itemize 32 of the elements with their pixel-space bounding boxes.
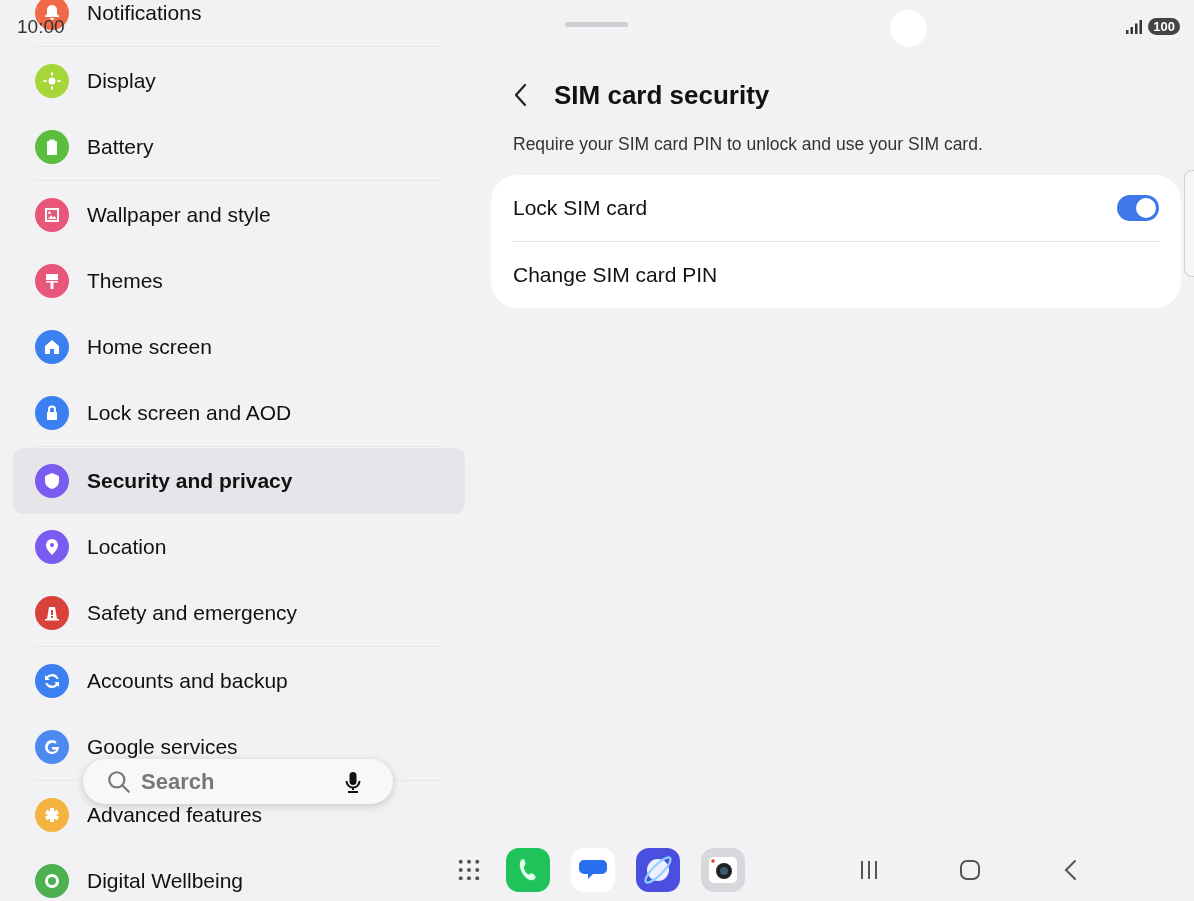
setting-link[interactable]: Change SIM card PIN [513,263,718,287]
settings-item[interactable]: Digital Wellbeing [87,869,244,893]
clock-text: 10:00 [17,16,65,38]
search-field[interactable]: Search [83,759,393,804]
settings-item[interactable]: Display [87,69,156,93]
setting-label: Lock SIM card [513,196,648,220]
selected-item-highlight[interactable]: Security and privacy [13,448,465,514]
settings-item[interactable]: Advanced features [87,803,263,827]
description-text: Require your SIM card PIN to unlock and use your SIM card. [513,134,984,155]
signal-icon [1126,19,1143,34]
settings-item[interactable]: Home screen [87,335,212,359]
drag-handle[interactable] [565,22,628,27]
settings-item[interactable]: Lock screen and AOD [87,401,292,425]
edge-panel-handle[interactable] [1184,170,1194,277]
app-drawer-icon[interactable] [458,859,480,881]
messages-app-icon[interactable] [571,848,615,892]
browser-app-icon[interactable] [636,848,680,892]
settings-item[interactable]: Google services [87,735,238,759]
page-title: SIM card security [554,79,770,111]
settings-item[interactable]: Wallpaper and style [87,203,271,227]
camera-app-icon[interactable] [701,848,745,892]
settings-item[interactable]: Security and privacy [87,469,293,493]
settings-item[interactable]: Location [87,535,167,559]
settings-item[interactable]: Safety and emergency [87,601,298,625]
settings-item[interactable]: Battery [87,135,154,159]
search-icon [106,768,132,795]
home-button[interactable] [958,858,982,882]
toggle-switch[interactable] [1117,195,1159,221]
settings-item[interactable]: Accounts and backup [87,669,288,693]
battery-level: 100 [1148,18,1180,35]
settings-item[interactable]: Notifications [87,1,202,25]
settings-item[interactable]: Themes [87,269,163,293]
